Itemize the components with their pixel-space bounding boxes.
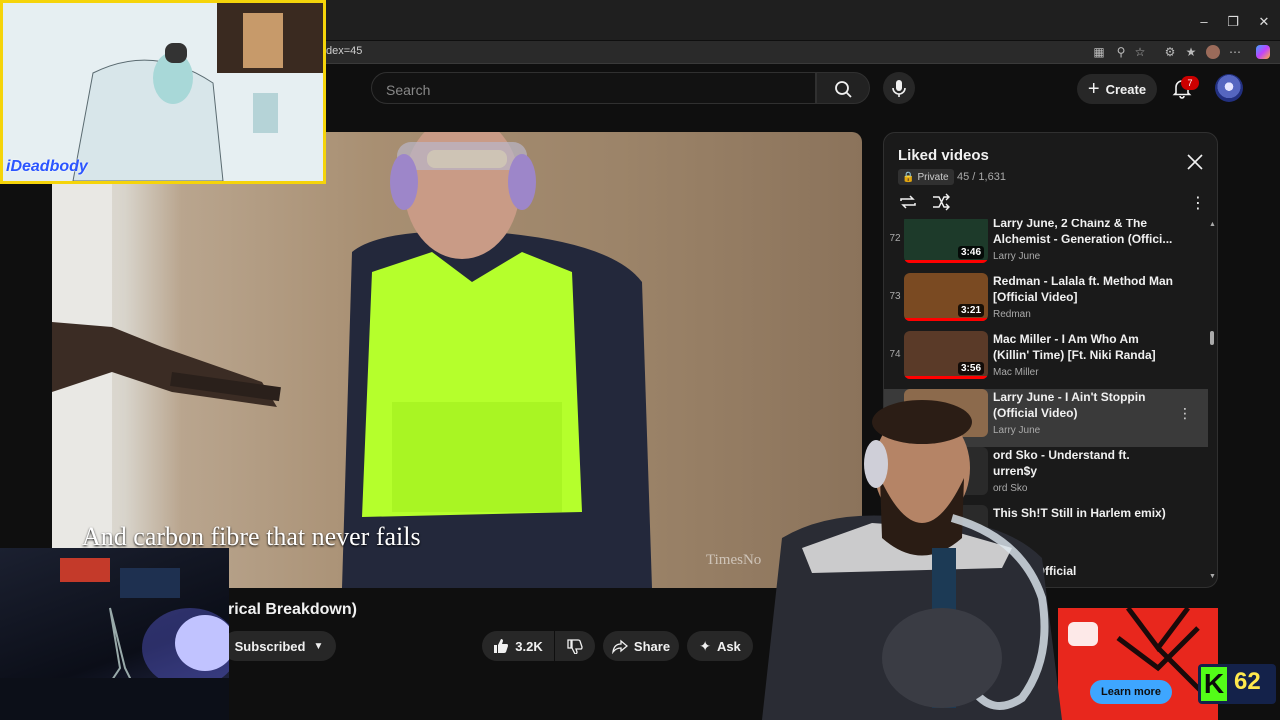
thumbs-down-icon	[567, 639, 583, 654]
plus-icon: +	[1087, 78, 1100, 100]
playlist-item-index: 72	[889, 233, 901, 244]
webcam-scene	[3, 3, 323, 181]
playlist-item-channel: Larry June	[993, 251, 1041, 262]
kick-count: 62	[1234, 668, 1261, 695]
webcam-overlay-top	[0, 0, 326, 184]
more-actions-icon[interactable]: ⋮	[1178, 405, 1192, 425]
streamer-webcam	[742, 398, 1072, 720]
close-icon[interactable]: ✕	[1253, 12, 1275, 32]
sparkle-icon: ✦	[699, 637, 711, 654]
notification-count-badge: 7	[1181, 76, 1199, 90]
create-label: Create	[1105, 81, 1147, 97]
playlist-item[interactable]: 74 3:56 Mac Miller - I Am Who Am (Killin' …	[884, 331, 1208, 389]
desk-scene	[0, 558, 229, 720]
search-box[interactable]	[371, 72, 816, 104]
streamer-scene	[762, 400, 1062, 720]
minimize-icon[interactable]: –	[1193, 12, 1215, 32]
search-input[interactable]	[384, 79, 798, 101]
playlist-item-title: Mac Miller - I Am Who Am (Killin' Time) …	[993, 332, 1156, 362]
scrollbar-thumb[interactable]	[1210, 331, 1214, 345]
reader-view-icon[interactable]: ▦	[1092, 45, 1106, 59]
playlist-item[interactable]: 73 3:21 Redman - Lalala ft. Method Man [Of…	[884, 273, 1208, 331]
playlist-title: Liked videos	[898, 147, 989, 164]
playlist-scrollbar[interactable]: ▲ ▼	[1208, 221, 1216, 581]
watched-progress-bar	[904, 318, 988, 321]
playlist-item-title: Larry June, 2 Chainz & The Alchemist - G…	[993, 219, 1173, 246]
close-icon	[1187, 154, 1203, 170]
profile-icon[interactable]	[1206, 45, 1220, 59]
account-avatar[interactable]	[1215, 74, 1243, 102]
loop-icon	[900, 195, 916, 209]
scroll-up-icon[interactable]: ▲	[1209, 221, 1216, 228]
share-icon	[612, 639, 628, 654]
voice-search-button[interactable]	[883, 72, 915, 104]
playlist-item-index: 73	[889, 291, 901, 302]
search-icon	[835, 81, 852, 98]
privacy-label: Private	[917, 171, 949, 183]
kick-logo: K	[1201, 667, 1227, 701]
copilot-icon[interactable]	[1256, 45, 1270, 59]
microphone-icon	[892, 80, 906, 97]
duration-badge: 3:46	[957, 246, 984, 259]
playlist-position: 45 / 1,631	[957, 171, 1006, 183]
learn-more-button[interactable]: Learn more	[1090, 680, 1172, 704]
duration-badge: 3:56	[957, 362, 984, 375]
shuffle-button[interactable]	[931, 193, 951, 211]
menu-dots-icon[interactable]: ⋯	[1228, 45, 1242, 59]
like-button[interactable]: 3.2K	[482, 631, 554, 661]
close-playlist-button[interactable]	[1186, 153, 1204, 171]
playlist-item-thumbnail[interactable]: 3:56	[904, 331, 988, 379]
search-button[interactable]	[816, 72, 870, 104]
ask-label: Ask	[716, 638, 741, 654]
bookmark-star-icon[interactable]: ☆	[1133, 45, 1147, 59]
video-title: rical Breakdown)	[228, 601, 357, 618]
video-frame-scene	[52, 132, 652, 588]
playlist-item-thumbnail[interactable]: 3:46	[904, 219, 988, 263]
playlist-item-channel: Mac Miller	[993, 367, 1039, 378]
playlist-item-title: Redman - Lalala ft. Method Man [Official…	[993, 274, 1173, 304]
playlist-menu-icon[interactable]: ⋮	[1190, 193, 1206, 212]
share-button[interactable]: Share	[603, 631, 679, 661]
url-text: dex=45	[326, 45, 363, 57]
playlist-item-index: 74	[889, 349, 901, 360]
scroll-down-icon[interactable]: ▼	[1209, 573, 1216, 580]
privacy-badge: 🔒 Private	[898, 169, 954, 185]
address-bar[interactable]: dex=45 ▦ ⚲ ☆ ⚙ ★ ⋯	[318, 41, 1280, 64]
extension-icon[interactable]: ⚙	[1163, 45, 1177, 59]
like-count: 3.2K	[515, 638, 543, 654]
video-player[interactable]	[52, 132, 862, 588]
thumbs-up-icon	[494, 639, 509, 653]
shuffle-icon	[933, 193, 950, 211]
create-button[interactable]: + Create	[1077, 74, 1157, 104]
lock-icon: 🔒	[902, 171, 915, 183]
streamer-name: iDeadbody	[6, 158, 88, 175]
loop-button[interactable]	[898, 193, 918, 211]
chevron-down-icon: ▼	[313, 640, 324, 652]
watched-progress-bar	[904, 260, 988, 263]
restore-icon[interactable]: ❐	[1222, 12, 1244, 32]
dislike-button[interactable]	[555, 631, 595, 661]
zoom-icon[interactable]: ⚲	[1114, 45, 1128, 59]
playlist-item-channel: Redman	[993, 309, 1031, 320]
playlist-item[interactable]: 72 3:46 Larry June, 2 Chainz & The Alchemi…	[884, 219, 1208, 273]
subscribed-label: Subscribed	[234, 638, 306, 654]
playlist-item-thumbnail[interactable]: 3:21	[904, 273, 988, 321]
duration-badge: 3:21	[957, 304, 984, 317]
webcam-overlay-desk	[0, 548, 229, 720]
favorites-icon[interactable]: ★	[1184, 45, 1198, 59]
watched-progress-bar	[904, 376, 988, 379]
subscribed-button[interactable]: Subscribed ▼	[222, 631, 336, 661]
share-label: Share	[633, 638, 671, 654]
